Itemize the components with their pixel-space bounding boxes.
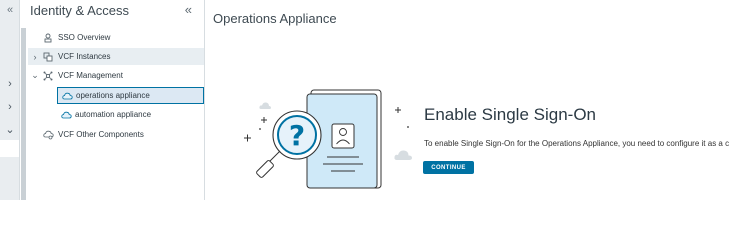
main-content: Operations Appliance ? Enable Single Sig… — [205, 0, 750, 200]
rail-active-indicator — [0, 140, 19, 157]
sidebar-item-label: VCF Instances — [58, 52, 111, 61]
sidebar-item-sso-overview[interactable]: SSO Overview — [28, 29, 204, 46]
sidebar-item-vcf-management[interactable]: ⌄ VCF Management — [28, 67, 204, 84]
continue-button[interactable]: CONTINUE — [423, 161, 474, 174]
rail-chevron-right-icon[interactable]: › — [0, 101, 20, 113]
sidebar-item-vcf-other-components[interactable]: VCF Other Components — [28, 126, 204, 143]
sidebar-collapse-icon[interactable]: « — [185, 2, 192, 17]
vcf-instances-icon — [42, 51, 54, 63]
vcf-management-icon — [42, 70, 54, 82]
sidebar-subitem-automation-appliance[interactable]: automation appliance — [57, 106, 204, 123]
empty-state-description: To enable Single Sign-On for the Operati… — [424, 139, 730, 148]
sidebar-item-label: VCF Management — [58, 71, 123, 80]
icon-rail: « › › ⌄ — [0, 0, 20, 200]
sidebar-item-vcf-instances[interactable]: › VCF Instances — [28, 48, 204, 65]
sidebar-item-label: VCF Other Components — [58, 130, 144, 139]
sidebar-nav: Identity & Access « SSO Overview › VCF I… — [20, 0, 224, 200]
sso-illustration-icon: ? — [244, 89, 412, 189]
sidebar-item-label: SSO Overview — [58, 33, 111, 42]
sidebar-title: Identity & Access — [30, 3, 129, 18]
page-title: Operations Appliance — [213, 11, 337, 26]
svg-text:?: ? — [289, 119, 305, 152]
sso-overview-icon — [42, 32, 54, 44]
sidebar-header: Identity & Access « — [30, 2, 200, 20]
vcf-other-components-icon — [42, 129, 54, 141]
chevron-right-icon[interactable]: › — [28, 52, 42, 62]
cloud-icon — [60, 109, 72, 121]
chevron-down-icon[interactable]: ⌄ — [28, 70, 42, 81]
empty-state-title: Enable Single Sign-On — [424, 105, 597, 124]
rail-collapse-icon[interactable]: « — [0, 0, 20, 24]
sidebar-subitem-operations-appliance[interactable]: operations appliance — [57, 87, 204, 104]
sidebar-item-label: operations appliance — [76, 91, 150, 100]
sidebar-scrollbar[interactable] — [21, 28, 26, 200]
cloud-icon — [61, 90, 73, 102]
sidebar-item-label: automation appliance — [75, 110, 152, 119]
rail-chevron-right-icon[interactable]: › — [0, 78, 20, 90]
rail-chevron-down-icon[interactable]: ⌄ — [0, 124, 20, 136]
